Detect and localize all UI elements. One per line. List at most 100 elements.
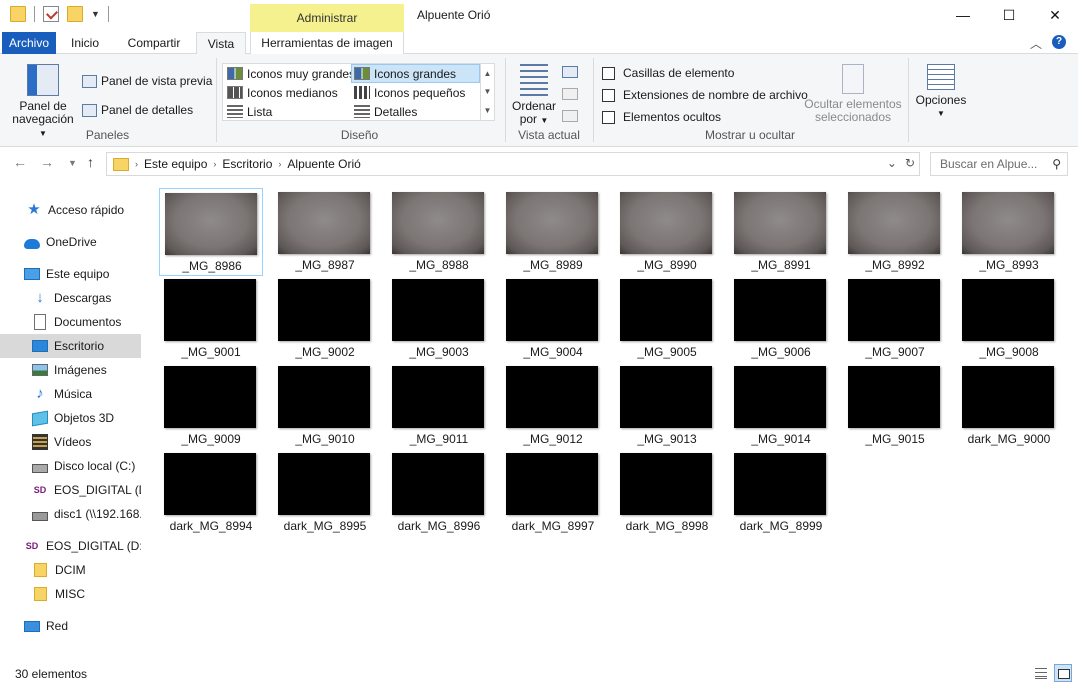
file-item[interactable]: _MG_9003: [387, 275, 491, 363]
file-item[interactable]: dark_MG_9000: [957, 362, 1061, 450]
sidebar-item-onedrive[interactable]: OneDrive: [0, 230, 141, 254]
search-input[interactable]: Buscar en Alpue... ⚲: [930, 152, 1068, 176]
file-item[interactable]: _MG_8986: [159, 188, 263, 276]
sidebar-item-documents[interactable]: Documentos: [0, 310, 141, 334]
recent-locations-chevron-icon[interactable]: ▼: [68, 158, 77, 168]
address-bar[interactable]: › Este equipo › Escritorio › Alpuente Or…: [106, 152, 920, 176]
minimize-button[interactable]: —: [940, 0, 986, 30]
preview-pane-button[interactable]: Panel de vista previa: [82, 71, 212, 91]
sidebar-item-3d-objects[interactable]: Objetos 3D: [0, 406, 141, 430]
layout-medium-icons[interactable]: Iconos medianos: [225, 83, 338, 102]
file-item[interactable]: _MG_9006: [729, 275, 833, 363]
file-item[interactable]: _MG_9013: [615, 362, 719, 450]
breadcrumb-this-pc[interactable]: Este equipo: [138, 157, 213, 171]
tab-file[interactable]: Archivo: [2, 32, 56, 54]
file-item[interactable]: dark_MG_8995: [273, 449, 377, 537]
sidebar-item-dcim[interactable]: DCIM: [0, 558, 141, 582]
file-item[interactable]: dark_MG_8996: [387, 449, 491, 537]
file-item[interactable]: _MG_9009: [159, 362, 263, 450]
large-icons-view-icon[interactable]: [1054, 664, 1072, 682]
file-item[interactable]: _MG_9011: [387, 362, 491, 450]
details-view-icon[interactable]: [1035, 667, 1047, 679]
expand-gallery-icon[interactable]: ▼: [484, 106, 492, 115]
file-extensions-checkbox[interactable]: [602, 88, 615, 102]
tab-home[interactable]: Inicio: [62, 32, 108, 54]
sidebar-item-music[interactable]: ♪ Música: [0, 382, 141, 406]
sidebar-item-desktop[interactable]: Escritorio: [0, 334, 141, 358]
file-item[interactable]: _MG_9005: [615, 275, 719, 363]
sidebar-item-pictures[interactable]: Imágenes: [0, 358, 141, 382]
forward-arrow-icon[interactable]: →: [40, 154, 54, 170]
up-arrow-icon[interactable]: ↑: [87, 154, 94, 170]
sort-by-button[interactable]: Ordenar por ▼: [510, 64, 558, 127]
customize-toolbar-chevron-icon[interactable]: ▼: [91, 9, 100, 19]
file-item[interactable]: dark_MG_8998: [615, 449, 719, 537]
sidebar-item-eos-digital-root[interactable]: SD EOS_DIGITAL (D:): [0, 534, 141, 558]
file-item[interactable]: _MG_8991: [729, 188, 833, 276]
file-item[interactable]: dark_MG_8997: [501, 449, 605, 537]
scroll-down-icon[interactable]: ▼: [484, 87, 492, 96]
file-extensions-option[interactable]: Extensiones de nombre de archivo: [602, 88, 808, 102]
item-checkboxes-checkbox[interactable]: [602, 66, 615, 80]
maximize-button[interactable]: ☐: [986, 0, 1032, 30]
sidebar-item-downloads[interactable]: ↓ Descargas: [0, 286, 141, 310]
file-item[interactable]: _MG_8987: [273, 188, 377, 276]
search-icon[interactable]: ⚲: [1052, 157, 1061, 171]
group-by-icon[interactable]: [562, 66, 578, 78]
layout-large-icons[interactable]: Iconos grandes: [351, 64, 480, 83]
sidebar-item-this-pc[interactable]: Este equipo: [0, 262, 141, 286]
file-item[interactable]: _MG_9015: [843, 362, 947, 450]
layout-small-icons[interactable]: Iconos pequeños: [352, 83, 465, 102]
file-item[interactable]: _MG_9012: [501, 362, 605, 450]
sidebar-item-local-disk[interactable]: Disco local (C:): [0, 454, 141, 478]
size-columns-icon[interactable]: [562, 110, 578, 122]
new-folder-icon[interactable]: [67, 6, 83, 22]
sidebar-item-misc[interactable]: MISC: [0, 582, 141, 606]
help-icon[interactable]: ?: [1052, 35, 1066, 49]
address-history-chevron-icon[interactable]: ⌄: [887, 156, 897, 170]
back-arrow-icon[interactable]: ←: [13, 154, 27, 170]
refresh-icon[interactable]: ↻: [905, 156, 915, 170]
sidebar-item-quick-access[interactable]: ★ Acceso rápido: [0, 198, 141, 222]
file-item[interactable]: _MG_9002: [273, 275, 377, 363]
tab-share[interactable]: Compartir: [118, 32, 190, 54]
sidebar-item-label: Vídeos: [54, 435, 92, 449]
file-item[interactable]: _MG_9004: [501, 275, 605, 363]
file-item[interactable]: _MG_9010: [273, 362, 377, 450]
options-button[interactable]: Opciones ▼: [912, 64, 970, 120]
breadcrumb-desktop[interactable]: Escritorio: [216, 157, 278, 171]
layout-details[interactable]: Detalles: [352, 102, 417, 121]
details-pane-button[interactable]: Panel de detalles: [82, 100, 193, 120]
context-tab-manage[interactable]: Administrar: [250, 4, 404, 32]
properties-icon[interactable]: [43, 6, 59, 22]
file-item[interactable]: _MG_9014: [729, 362, 833, 450]
scroll-up-icon[interactable]: ▲: [484, 69, 492, 78]
file-item[interactable]: _MG_8993: [957, 188, 1061, 276]
file-item[interactable]: _MG_8988: [387, 188, 491, 276]
collapse-ribbon-icon[interactable]: ︿: [1030, 35, 1042, 52]
sidebar-item-eos-digital[interactable]: SD EOS_DIGITAL (D:): [0, 478, 141, 502]
item-checkboxes-option[interactable]: Casillas de elemento: [602, 66, 734, 80]
file-item[interactable]: _MG_9008: [957, 275, 1061, 363]
file-item[interactable]: dark_MG_8994: [159, 449, 263, 537]
sidebar-item-videos[interactable]: Vídeos: [0, 430, 141, 454]
layout-list[interactable]: Lista: [225, 102, 272, 121]
sidebar-item-network[interactable]: Red: [0, 614, 141, 638]
breadcrumb-current-folder[interactable]: Alpuente Orió: [281, 157, 366, 171]
sidebar-item-network-drive[interactable]: disc1 (\\192.168.: [0, 502, 141, 526]
file-item[interactable]: _MG_9001: [159, 275, 263, 363]
file-item[interactable]: _MG_9007: [843, 275, 947, 363]
layout-extra-large-icons[interactable]: Iconos muy grandes: [225, 64, 355, 83]
layout-gallery-scroll[interactable]: ▲ ▼ ▼: [480, 64, 494, 120]
hidden-items-option[interactable]: Elementos ocultos: [602, 110, 721, 124]
close-button[interactable]: ✕: [1032, 0, 1078, 30]
hide-selected-items-button[interactable]: Ocultar elementos seleccionados: [802, 64, 904, 124]
file-item[interactable]: dark_MG_8999: [729, 449, 833, 537]
file-item[interactable]: _MG_8992: [843, 188, 947, 276]
tab-view[interactable]: Vista: [196, 32, 246, 55]
file-item[interactable]: _MG_8990: [615, 188, 719, 276]
file-item[interactable]: _MG_8989: [501, 188, 605, 276]
tab-image-tools[interactable]: Herramientas de imagen: [250, 32, 404, 54]
hidden-items-checkbox[interactable]: [602, 110, 615, 124]
add-columns-icon[interactable]: [562, 88, 578, 100]
